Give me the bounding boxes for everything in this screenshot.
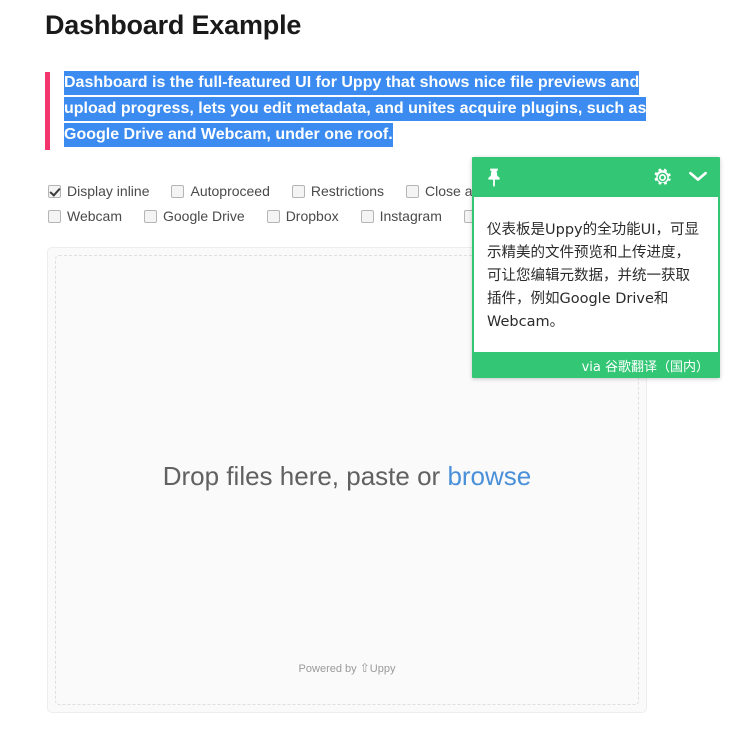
checkbox-box[interactable] (171, 184, 185, 198)
checkbox-label: Restrictions (310, 183, 385, 199)
translate-popup-body: 仪表板是Uppy的全功能UI，可显示精美的文件预览和上传进度，可让您编辑元数据，… (472, 197, 720, 352)
checkbox-close-after-finish[interactable]: Close a (406, 183, 473, 199)
translate-popup-header (472, 157, 720, 197)
pin-icon[interactable] (485, 167, 503, 187)
powered-by-text: Powered by (298, 663, 360, 675)
page-title: Dashboard Example (45, 10, 302, 40)
checkbox-box[interactable] (48, 184, 61, 198)
checkbox-dropbox[interactable]: Dropbox (266, 208, 339, 224)
chevron-down-icon[interactable] (688, 170, 708, 184)
uppy-powered-by: Powered by ⇧Uppy (56, 661, 638, 675)
checkbox-box[interactable] (48, 209, 61, 223)
uppy-brand-name: Uppy (369, 663, 396, 675)
blockquote-text: Dashboard is the full-featured UI for Up… (45, 70, 664, 148)
selected-text: Dashboard is the full-featured UI for Up… (64, 71, 647, 147)
checkbox-box[interactable] (266, 209, 280, 223)
checkbox-webcam[interactable]: Webcam (48, 208, 122, 224)
translate-popup[interactable]: 仪表板是Uppy的全功能UI，可显示精美的文件预览和上传进度，可让您编辑元数据，… (472, 157, 720, 378)
checkbox-box[interactable] (291, 184, 305, 198)
checkbox-instagram[interactable]: Instagram (360, 208, 442, 224)
intro-blockquote: Dashboard is the full-featured UI for Up… (45, 70, 660, 150)
checkbox-google-drive[interactable]: Google Drive (143, 208, 245, 224)
uppy-logo-icon: ⇧ (359, 661, 370, 675)
uppy-drop-hint: Drop files here, paste or browse (56, 461, 638, 492)
checkbox-box[interactable] (360, 209, 374, 223)
translated-text: 仪表板是Uppy的全功能UI，可显示精美的文件预览和上传进度，可让您编辑元数据，… (487, 222, 699, 330)
checkbox-autoproceed[interactable]: Autoproceed (171, 183, 270, 199)
translate-popup-actions (653, 168, 708, 187)
checkbox-box[interactable] (143, 209, 157, 223)
checkbox-label: Google Drive (162, 208, 245, 224)
blockquote-accent-bar (45, 72, 50, 150)
translation-source-label: via 谷歌翻译（国内） (581, 359, 709, 375)
uppy-drop-hint-text: Drop files here, paste or (162, 461, 448, 491)
translate-popup-footer: via 谷歌翻译（国内） (472, 352, 720, 378)
checkbox-label: Display inline (67, 183, 150, 199)
checkbox-label: Dropbox (285, 208, 339, 224)
options-row-1: Display inline Autoproceed Restrictions … (48, 183, 495, 199)
gear-icon[interactable] (653, 168, 672, 187)
options-row-2: Webcam Google Drive Dropbox Instagram (48, 208, 505, 224)
checkbox-box[interactable] (406, 184, 420, 198)
checkbox-label: Autoproceed (190, 183, 270, 199)
checkbox-label: Instagram (379, 208, 442, 224)
checkbox-display-inline[interactable]: Display inline (48, 183, 149, 199)
checkbox-label: Webcam (67, 208, 122, 224)
checkbox-restrictions[interactable]: Restrictions (291, 183, 385, 199)
checkbox-label: Close a (425, 183, 473, 199)
uppy-browse-link[interactable]: browse (447, 461, 531, 491)
